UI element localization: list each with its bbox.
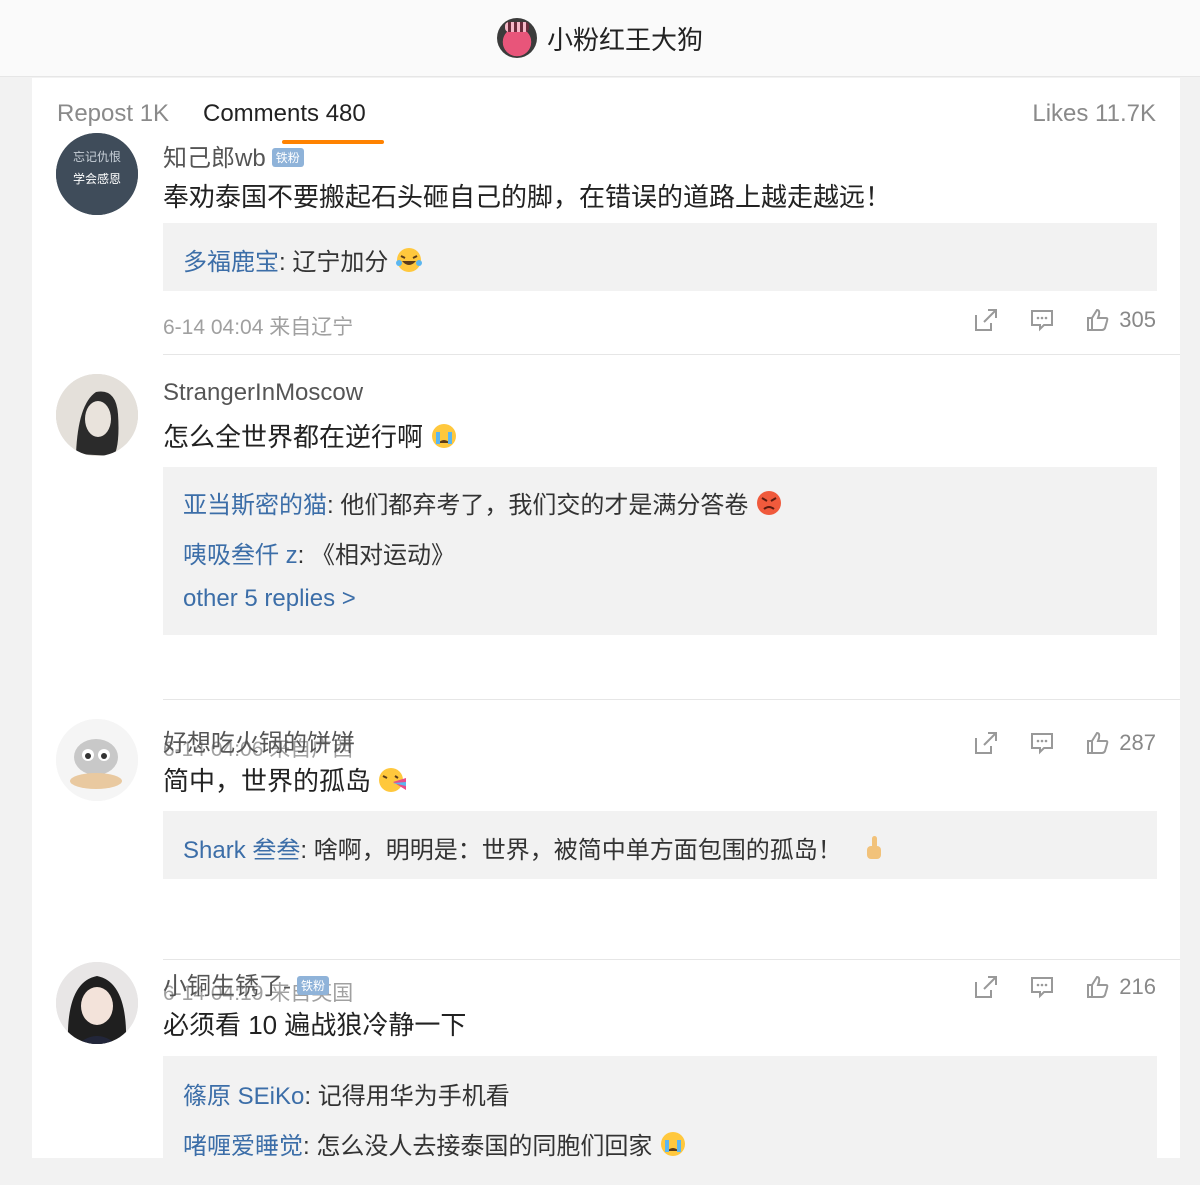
comment-actions: 216 xyxy=(943,974,1156,1000)
fan-badge: 铁粉 xyxy=(271,148,304,167)
avatar[interactable] xyxy=(56,719,138,801)
avatar[interactable] xyxy=(56,374,138,456)
title-wrap: 小粉红王大狗 xyxy=(496,18,703,58)
reply-box[interactable]: Shark 叁叁: 啥啊，明明是：世界，被简中单方面包围的孤岛！ xyxy=(163,811,1157,879)
reply-author[interactable]: 多福鹿宝 xyxy=(183,249,279,276)
avatar[interactable] xyxy=(56,962,138,1044)
comments-panel: Repost 1K Comments 480 Likes 11.7K 忘记仇恨 … xyxy=(32,78,1180,1158)
angry-emoji-icon xyxy=(757,491,782,515)
comment-text-content: 简中，世界的孤岛 xyxy=(163,766,372,796)
reply-text: : 啥啊，明明是：世界，被简中单方面包围的孤岛！ xyxy=(300,837,842,864)
avatar[interactable]: 忘记仇恨 学会感恩 xyxy=(56,133,138,215)
reply-item[interactable]: Shark 叁叁: 啥啊，明明是：世界，被简中单方面包围的孤岛！ xyxy=(183,830,888,865)
username-text[interactable]: 小铜生锈了- xyxy=(163,973,291,1000)
reply-box[interactable]: 亚当斯密的猫: 他们都弃考了，我们交的才是满分答卷 咦吸叁仟 z: 《相对运动》… xyxy=(163,467,1157,635)
comment-icon[interactable] xyxy=(1029,730,1055,756)
reply-author[interactable]: 亚当斯密的猫 xyxy=(183,492,327,519)
tab-likes[interactable]: Likes 11.7K xyxy=(1032,100,1156,128)
username[interactable]: 小铜生锈了- 铁粉 xyxy=(163,966,330,1001)
divider xyxy=(163,699,1180,700)
avatar-image xyxy=(56,719,138,801)
reply-item[interactable]: 篠原 SEiKo: 记得用华为手机看 xyxy=(183,1076,510,1111)
like-count: 216 xyxy=(1119,974,1156,999)
reply-box[interactable]: 多福鹿宝: 辽宁加分 xyxy=(163,223,1157,291)
username[interactable]: 知己郎wb 铁粉 xyxy=(163,138,304,173)
reply-text: : 辽宁加分 xyxy=(279,249,389,276)
svg-text:忘记仇恨: 忘记仇恨 xyxy=(73,149,121,164)
reply-box[interactable]: 篠原 SEiKo: 记得用华为手机看 啫喱爱睡觉: 怎么没人去接泰国的同胞们回家 xyxy=(163,1056,1157,1158)
reply-author[interactable]: 篠原 SEiKo xyxy=(183,1083,304,1110)
comment-text: 怎么全世界都在逆行啊 xyxy=(163,417,458,454)
divider xyxy=(163,959,1180,960)
laughing-tears-emoji-icon xyxy=(396,248,423,272)
thumbs-up-emoji-icon xyxy=(867,836,882,859)
profile-avatar[interactable] xyxy=(496,18,537,58)
like-count: 305 xyxy=(1119,307,1156,332)
reply-text: : 他们都弃考了，我们交的才是满分答卷 xyxy=(327,492,749,519)
like-icon[interactable] xyxy=(1085,974,1111,1000)
comment-text-content: 怎么全世界都在逆行啊 xyxy=(163,422,424,452)
reply-text: : 记得用华为手机看 xyxy=(304,1083,510,1110)
page-title: 小粉红王大狗 xyxy=(546,24,703,55)
reply-author[interactable]: Shark 叁叁 xyxy=(183,837,300,864)
comment-actions: 305 xyxy=(943,307,1156,333)
comment-meta: 6-14 04:04 来自辽宁 xyxy=(163,316,354,339)
avatar-image: 忘记仇恨 学会感恩 xyxy=(56,133,138,215)
crying-emoji-icon xyxy=(661,1132,686,1156)
username[interactable]: 好想吃火锅的饼饼 xyxy=(163,723,355,758)
comment-text: 奉劝泰国不要搬起石头砸自己的脚，在错误的道路上越走越远！ xyxy=(163,182,892,212)
reply-item[interactable]: 咦吸叁仟 z: 《相对运动》 xyxy=(183,535,455,570)
tab-repost[interactable]: Repost 1K xyxy=(57,100,169,128)
like-icon[interactable] xyxy=(1085,730,1111,756)
reply-author[interactable]: 啫喱爱睡觉 xyxy=(183,1133,303,1158)
username[interactable]: StrangerInMoscow xyxy=(163,379,363,407)
comment-icon[interactable] xyxy=(1029,307,1055,333)
reply-text: : 怎么没人去接泰国的同胞们回家 xyxy=(303,1133,653,1158)
share-icon[interactable] xyxy=(973,307,999,333)
rainbow-vomit-emoji-icon xyxy=(379,768,407,792)
reply-author[interactable]: 咦吸叁仟 z xyxy=(183,542,298,569)
divider xyxy=(163,354,1180,355)
more-replies-link[interactable]: other 5 replies > xyxy=(183,585,356,613)
tab-comments[interactable]: Comments 480 xyxy=(203,100,366,128)
comment-actions: 287 xyxy=(943,730,1156,756)
comment-text: 简中，世界的孤岛 xyxy=(163,761,407,798)
reply-item[interactable]: 多福鹿宝: 辽宁加分 xyxy=(183,242,423,277)
reply-item[interactable]: 啫喱爱睡觉: 怎么没人去接泰国的同胞们回家 xyxy=(183,1126,687,1158)
avatar-image xyxy=(56,374,138,456)
like-icon[interactable] xyxy=(1085,307,1111,333)
comment-icon[interactable] xyxy=(1029,974,1055,1000)
username-text[interactable]: 知己郎wb xyxy=(163,145,266,172)
svg-text:学会感恩: 学会感恩 xyxy=(73,171,121,186)
fan-badge: 铁粉 xyxy=(297,976,330,995)
crying-emoji-icon xyxy=(432,424,457,448)
like-count: 287 xyxy=(1119,730,1156,755)
reply-text: : 《相对运动》 xyxy=(297,542,456,569)
avatar-image xyxy=(56,962,138,1044)
bottom-edge xyxy=(0,1158,1200,1185)
share-icon[interactable] xyxy=(973,730,999,756)
comment-text: 必须看 10 遍战狼冷静一下 xyxy=(163,1010,467,1040)
top-bar: 小粉红王大狗 xyxy=(0,0,1200,77)
share-icon[interactable] xyxy=(973,974,999,1000)
reply-item[interactable]: 亚当斯密的猫: 他们都弃考了，我们交的才是满分答卷 xyxy=(183,485,783,520)
